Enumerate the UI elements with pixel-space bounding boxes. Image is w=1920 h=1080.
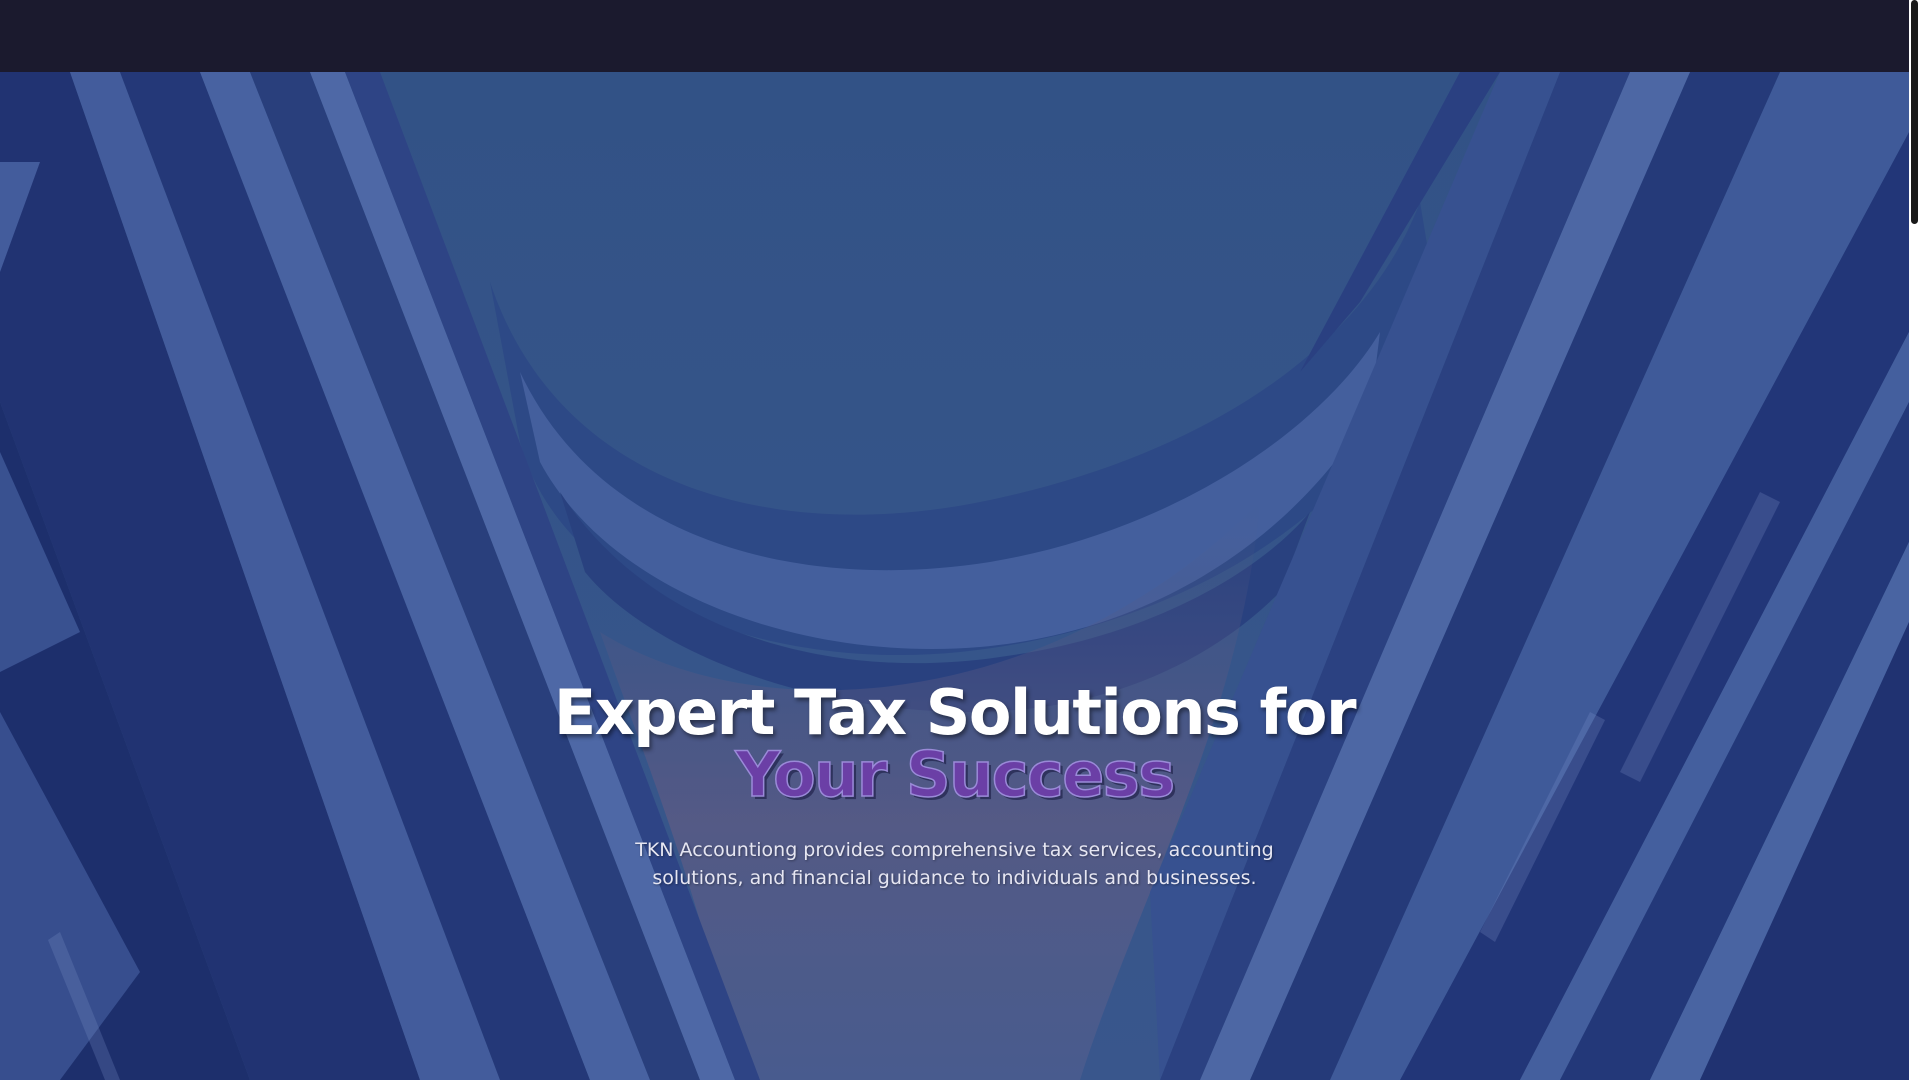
hero-section: Expert Tax Solutions for Your Success TK… [0, 72, 1909, 1080]
hero-title-accent: Your Success [735, 738, 1176, 811]
hero-subtitle: TKN Accountiong provides comprehensive t… [635, 839, 1274, 889]
hero-title: Expert Tax Solutions for Your Success [505, 682, 1405, 807]
hero-overlay [0, 72, 1909, 1080]
vertical-scrollbar[interactable] [1909, 0, 1920, 1080]
scrollbar-thumb[interactable] [1911, 0, 1918, 224]
top-navigation-bar [0, 0, 1909, 72]
hero-content: Expert Tax Solutions for Your Success TK… [0, 682, 1909, 892]
page: Expert Tax Solutions for Your Success TK… [0, 0, 1920, 1080]
